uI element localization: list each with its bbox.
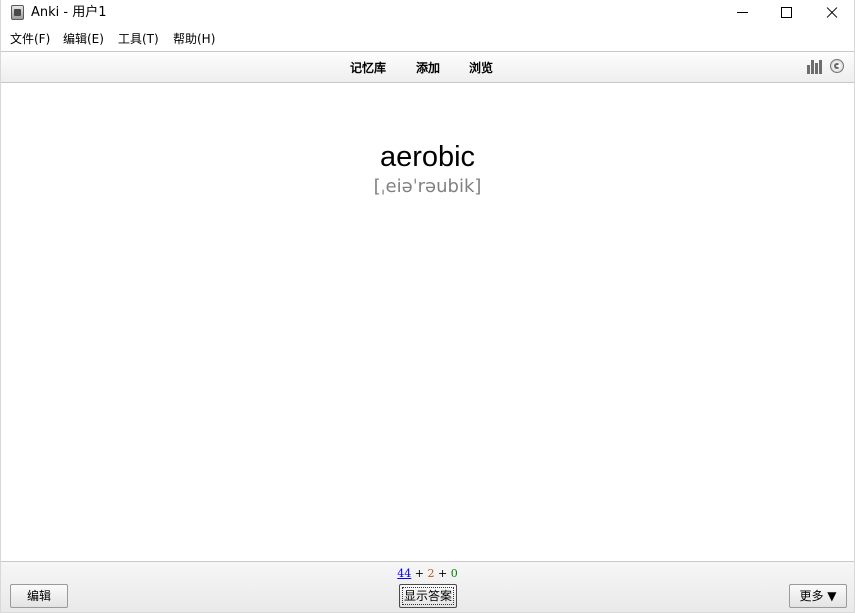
window-title: Anki - 用户1	[31, 5, 107, 20]
sync-icon[interactable]	[830, 59, 844, 73]
bar-chart-icon[interactable]	[807, 60, 823, 74]
menu-edit[interactable]: 编辑(E)	[63, 31, 104, 47]
show-answer-button[interactable]: 显示答案	[399, 584, 457, 608]
close-button[interactable]	[809, 0, 854, 26]
toolbar-browse-link[interactable]: 浏览	[469, 60, 493, 76]
review-count: 0	[450, 567, 458, 580]
card-phonetic: [ˌeiəˈrəubik]	[373, 176, 482, 197]
card-question-word: aerobic	[379, 141, 476, 173]
menu-tools[interactable]: 工具(T)	[118, 31, 159, 47]
bottom-bar: 44 + 2 + 0 编辑 显示答案 更多 ▼	[1, 561, 854, 612]
anki-app-icon	[11, 5, 24, 20]
main-toolbar: 记忆库 添加 浏览	[1, 51, 854, 83]
menu-file[interactable]: 文件(F)	[10, 31, 50, 47]
due-counts: 44 + 2 + 0	[1, 567, 854, 581]
title-bar: Anki - 用户1	[1, 0, 854, 26]
new-count: 44	[397, 567, 412, 580]
menu-bar: 文件(F) 编辑(E) 工具(T) 帮助(H)	[1, 28, 854, 50]
menu-help[interactable]: 帮助(H)	[173, 31, 215, 47]
more-button[interactable]: 更多 ▼	[789, 584, 847, 608]
learning-count: 2	[427, 567, 435, 580]
toolbar-decks-link[interactable]: 记忆库	[350, 60, 386, 76]
card-review-area: aerobic [ˌeiəˈrəubik]	[1, 83, 854, 561]
edit-button[interactable]: 编辑	[10, 584, 68, 608]
toolbar-add-link[interactable]: 添加	[416, 60, 440, 76]
count-separator: +	[438, 567, 448, 580]
count-separator: +	[414, 567, 424, 580]
anki-window: Anki - 用户1 文件(F) 编辑(E) 工具(T) 帮助(H) 记忆库 添…	[0, 0, 855, 613]
maximize-button[interactable]	[763, 0, 809, 26]
minimize-button[interactable]	[719, 0, 765, 26]
